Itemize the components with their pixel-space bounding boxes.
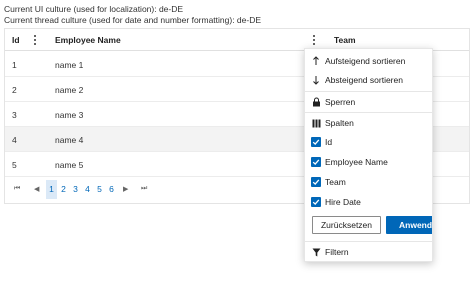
page-button-5[interactable]: 5 <box>94 180 105 199</box>
apply-button[interactable]: Anwenden <box>386 216 432 234</box>
menu-divider <box>305 91 432 92</box>
menu-divider <box>305 241 432 242</box>
column-option-id[interactable]: Id <box>305 133 432 151</box>
menu-item-label: Spalten <box>325 118 354 128</box>
column-menu: Aufsteigend sortieren Absteigend sortier… <box>304 48 433 262</box>
page-button-6[interactable]: 6 <box>106 180 117 199</box>
column-option-team[interactable]: Team <box>305 173 432 191</box>
column-header-team[interactable]: Team <box>334 35 356 45</box>
next-page-icon[interactable]: ▶ <box>123 185 128 193</box>
menu-item-lock[interactable]: Sperren <box>305 93 432 111</box>
page-button-4[interactable]: 4 <box>82 180 93 199</box>
reset-button[interactable]: Zurücksetzen <box>312 216 381 234</box>
column-option-label: Hire Date <box>325 197 361 207</box>
menu-item-label: Aufsteigend sortieren <box>325 56 406 66</box>
page-button-3[interactable]: 3 <box>70 180 81 199</box>
menu-item-sort-descending[interactable]: Absteigend sortieren <box>305 71 432 89</box>
column-menu-icon-employee-name[interactable] <box>310 33 318 47</box>
last-page-icon[interactable]: ⏭ <box>141 185 147 193</box>
menu-item-filter[interactable]: Filtern <box>305 243 432 261</box>
menu-item-sort-ascending[interactable]: Aufsteigend sortieren <box>305 52 432 70</box>
checkbox-checked-icon[interactable] <box>310 195 322 209</box>
menu-item-label: Sperren <box>325 97 356 107</box>
cell-id: 3 <box>12 110 17 120</box>
menu-item-columns[interactable]: Spalten <box>305 114 432 132</box>
cell-id: 4 <box>12 135 17 145</box>
column-option-label: Id <box>325 137 333 147</box>
cell-employee-name: name 2 <box>55 85 84 95</box>
previous-page-icon[interactable]: ◀ <box>34 185 39 193</box>
columns-icon <box>310 116 322 130</box>
menu-item-label: Filtern <box>325 247 349 257</box>
page-button-1[interactable]: 1 <box>46 180 57 199</box>
cell-id: 1 <box>12 60 17 70</box>
column-option-label: Team <box>325 177 346 187</box>
first-page-icon[interactable]: ⏮ <box>14 185 20 193</box>
column-option-employee-name[interactable]: Employee Name <box>305 153 432 171</box>
cell-id: 2 <box>12 85 17 95</box>
column-header-employee-name[interactable]: Employee Name <box>55 35 121 45</box>
ui-culture-label: Current UI culture (used for localizatio… <box>4 4 184 14</box>
cell-employee-name: name 3 <box>55 110 84 120</box>
menu-item-label: Absteigend sortieren <box>325 75 403 85</box>
cell-employee-name: name 4 <box>55 135 84 145</box>
lock-icon <box>310 95 322 109</box>
column-option-hire-date[interactable]: Hire Date <box>305 193 432 211</box>
filter-icon <box>310 245 322 259</box>
column-header-id[interactable]: Id <box>12 35 20 45</box>
column-option-label: Employee Name <box>325 157 388 167</box>
cell-employee-name: name 5 <box>55 160 84 170</box>
arrow-down-icon <box>310 73 322 87</box>
cell-id: 5 <box>12 160 17 170</box>
menu-divider <box>305 112 432 113</box>
checkbox-checked-icon[interactable] <box>310 175 322 189</box>
thread-culture-label: Current thread culture (used for date an… <box>4 15 262 25</box>
checkbox-checked-icon[interactable] <box>310 135 322 149</box>
checkbox-checked-icon[interactable] <box>310 155 322 169</box>
cell-employee-name: name 1 <box>55 60 84 70</box>
column-menu-icon-id[interactable] <box>31 33 39 47</box>
arrow-up-icon <box>310 54 322 68</box>
page-button-2[interactable]: 2 <box>58 180 69 199</box>
